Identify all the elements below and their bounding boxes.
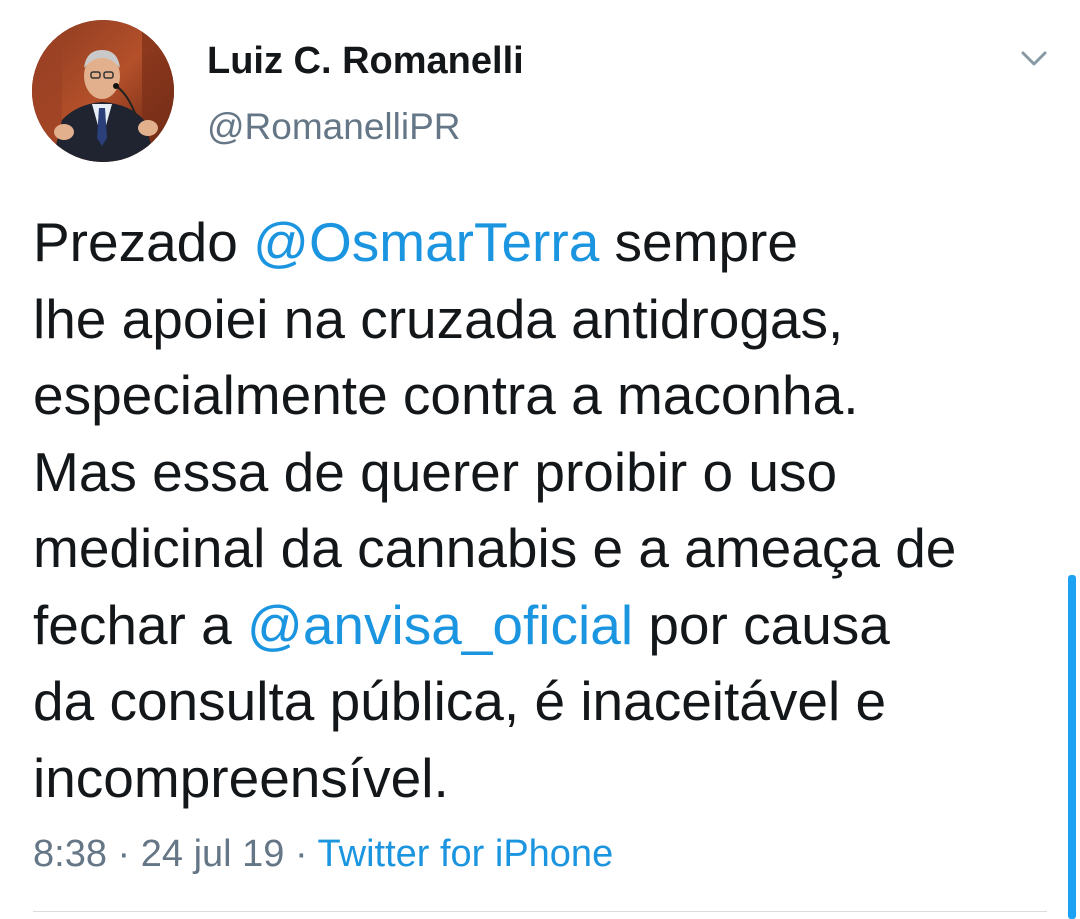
tweet-card: Luiz C. Romanelli @RomanelliPR Prezado @… — [0, 0, 1080, 919]
tweet-text-segment: medicinal da cannabis e a ameaça de — [33, 517, 957, 579]
tweet-text-line: fechar a @anvisa_oficial por causa — [33, 587, 1053, 664]
author-display-name[interactable]: Luiz C. Romanelli — [207, 38, 524, 84]
tweet-text-line: Mas essa de querer proibir o uso — [33, 434, 1053, 511]
tweet-source-link[interactable]: Twitter for iPhone — [318, 833, 614, 875]
divider — [33, 911, 1047, 912]
tweet-text-line: Prezado @OsmarTerra sempre — [33, 204, 1053, 281]
tweet-text: Prezado @OsmarTerra sempre lhe apoiei na … — [33, 204, 1053, 816]
author-handle[interactable]: @RomanelliPR — [207, 104, 460, 150]
tweet-text-segment: Mas essa de querer proibir o uso — [33, 440, 838, 503]
avatar[interactable] — [32, 20, 174, 162]
tweet-text-line: da consulta pública, é inaceitável e — [33, 663, 1053, 740]
mention-link[interactable]: @anvisa_oficial — [247, 594, 633, 656]
tweet-text-segment: da consulta pública, é inaceitável e — [33, 670, 887, 732]
tweet-text-line: medicinal da cannabis e a ameaça de — [33, 510, 1053, 587]
tweet-date[interactable]: 24 jul 19 — [141, 833, 285, 875]
tweet-text-segment: por causa — [633, 593, 890, 656]
tweet-text-line: especialmente contra a maconha. — [33, 357, 1053, 434]
tweet-meta: 8:38 · 24 jul 19 · Twitter for iPhone — [33, 830, 613, 878]
tweet-text-segment: lhe apoiei na cruzada antidrogas, — [33, 287, 844, 350]
tweet-text-segment: especialmente contra a maconha. — [33, 364, 859, 426]
tweet-text-segment: Prezado — [33, 211, 254, 273]
tweet-text-line: lhe apoiei na cruzada antidrogas, — [33, 281, 1053, 358]
chevron-down-icon[interactable] — [1014, 44, 1054, 74]
avatar-photo — [32, 20, 174, 162]
tweet-text-segment: sempre — [599, 211, 798, 273]
meta-separator: · — [284, 833, 318, 875]
tweet-text-segment: incompreensível. — [33, 746, 449, 809]
tweet-time[interactable]: 8:38 — [33, 833, 107, 875]
tweet-text-line: incompreensível. — [33, 740, 1053, 817]
mention-link[interactable]: @OsmarTerra — [253, 211, 599, 273]
tweet-text-segment: fechar a — [33, 593, 248, 656]
scrollbar[interactable] — [1068, 575, 1076, 919]
meta-separator: · — [106, 833, 141, 875]
